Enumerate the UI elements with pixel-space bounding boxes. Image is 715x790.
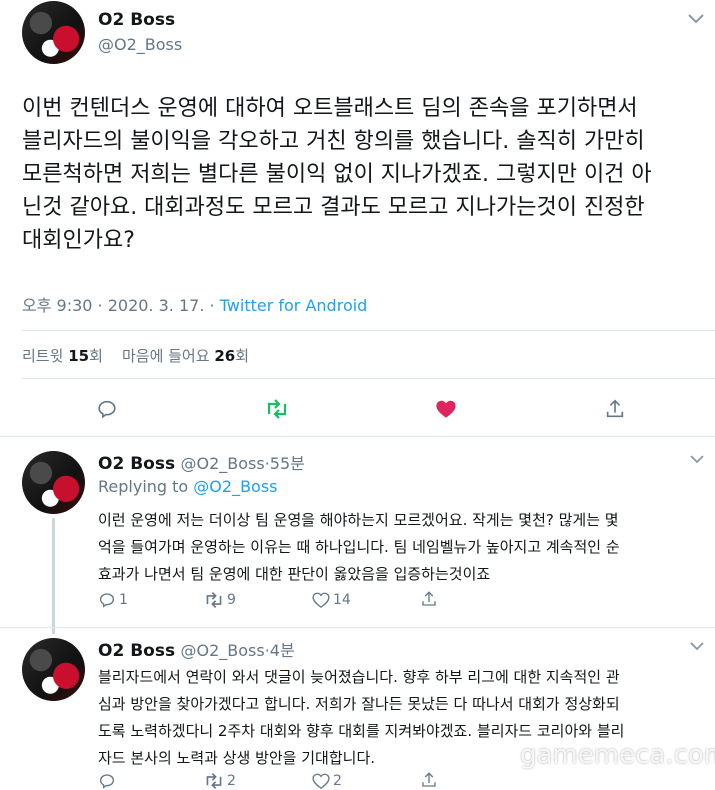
tweet-text-line: 모른척하면 저희는 별다른 불이익 없이 지나가겠죠. 그렇지만 이건 아 (22, 162, 652, 187)
retweet-icon[interactable] (203, 772, 225, 790)
tweet-text-line: 이번 컨텐더스 운영에 대하여 오트블래스트 딤의 존속을 포기하면서 (22, 96, 638, 121)
thread-line (52, 518, 55, 634)
replying-to: Replying to @O2_Boss (98, 477, 278, 496)
tweet-text-line: 닌것 같아요. 대회과정도 모르고 결과도 모르고 지나가는것이 진정한 (22, 195, 645, 220)
share-icon[interactable] (420, 590, 438, 608)
reply-icon[interactable] (96, 398, 118, 420)
tweet-text-line: 블리자드의 불이익을 각오하고 거친 항의를 했습니다. 솔직히 가만히 (22, 129, 645, 154)
watermark: gamemeca.com (520, 740, 715, 770)
reply-text-line: 이런 운영에 저는 더이상 팀 운영을 해야하는지 모르겠어요. 작게는 몇천?… (98, 511, 619, 529)
share-icon[interactable] (420, 771, 438, 789)
heart-icon[interactable] (435, 398, 457, 420)
reply-text-line: 심과 방안을 찾아가겠다고 합니다. 저희가 잘나든 못났든 다 따나서 대회가… (98, 695, 620, 713)
author-name[interactable]: O2 Boss (98, 10, 175, 30)
divider (22, 330, 715, 331)
reply-text-line: 효과가 나면서 팀 운영에 대한 판단이 옳았음을 입증하는것이죠 (98, 565, 491, 583)
chevron-down-icon[interactable] (690, 642, 704, 651)
reply-count: 1 (119, 592, 128, 608)
reply-icon[interactable] (98, 591, 116, 609)
author-handle[interactable]: @O2_Boss (98, 35, 182, 54)
author-handle[interactable]: @O2_Boss (180, 641, 264, 660)
divider (0, 627, 715, 628)
chevron-down-icon[interactable] (687, 13, 705, 25)
reply-text-line: 억을 들여가며 운영하는 이유는 때 하나입니다. 팀 네임벨뉴가 높아지고 계… (98, 538, 620, 556)
share-icon[interactable] (604, 398, 626, 420)
tweet-text: 이번 컨텐더스 운영에 대하여 오트블래스트 딤의 존속을 포기하면서 블리자드… (22, 92, 712, 257)
retweet-stat[interactable]: 리트윗 15회 (22, 347, 108, 365)
tweet-source-link[interactable]: Twitter for Android (220, 296, 368, 315)
heart-icon[interactable] (312, 772, 330, 790)
author-name[interactable]: O2 Boss (98, 641, 175, 661)
reply-time[interactable]: 4분 (270, 641, 295, 660)
reply-header: O2 Boss @O2_Boss·55분 (98, 454, 305, 474)
chevron-down-icon[interactable] (690, 455, 704, 464)
replying-to-handle[interactable]: @O2_Boss (193, 477, 277, 496)
avatar[interactable] (22, 451, 85, 514)
reply-text-line: 블리자드에서 연락이 와서 댓글이 늦어졌습니다. 향후 하부 리그에 대한 지… (98, 668, 620, 686)
like-stat[interactable]: 마음에 들어요 26회 (122, 347, 249, 365)
reply-time[interactable]: 55분 (270, 454, 305, 473)
retweet-count: 9 (227, 592, 236, 608)
retweet-count: 2 (227, 773, 236, 789)
author-handle[interactable]: @O2_Boss (180, 454, 264, 473)
heart-icon[interactable] (312, 591, 330, 609)
divider (0, 436, 715, 437)
retweet-count: 15 (68, 347, 90, 365)
divider (22, 378, 715, 379)
retweet-icon[interactable] (264, 398, 290, 420)
tweet-timestamp[interactable]: 오후 9:30 · 2020. 3. 17. · (22, 296, 220, 315)
author-name[interactable]: O2 Boss (98, 454, 175, 474)
retweet-icon[interactable] (203, 591, 225, 609)
like-count: 2 (333, 773, 342, 789)
tweet-stats: 리트윗 15회 마음에 들어요 26회 (22, 345, 249, 366)
avatar[interactable] (22, 1, 85, 64)
tweet-meta: 오후 9:30 · 2020. 3. 17. · Twitter for And… (22, 292, 367, 316)
tweet-text-line: 대회인가요? (22, 228, 135, 253)
reply-icon[interactable] (98, 772, 116, 790)
like-count: 26 (214, 347, 236, 365)
avatar[interactable] (22, 638, 85, 701)
reply-header: O2 Boss @O2_Boss·4분 (98, 641, 295, 661)
like-count: 14 (333, 592, 351, 608)
reply-text: 이런 운영에 저는 더이상 팀 운영을 해야하는지 모르겠어요. 작게는 몇천?… (98, 507, 710, 588)
